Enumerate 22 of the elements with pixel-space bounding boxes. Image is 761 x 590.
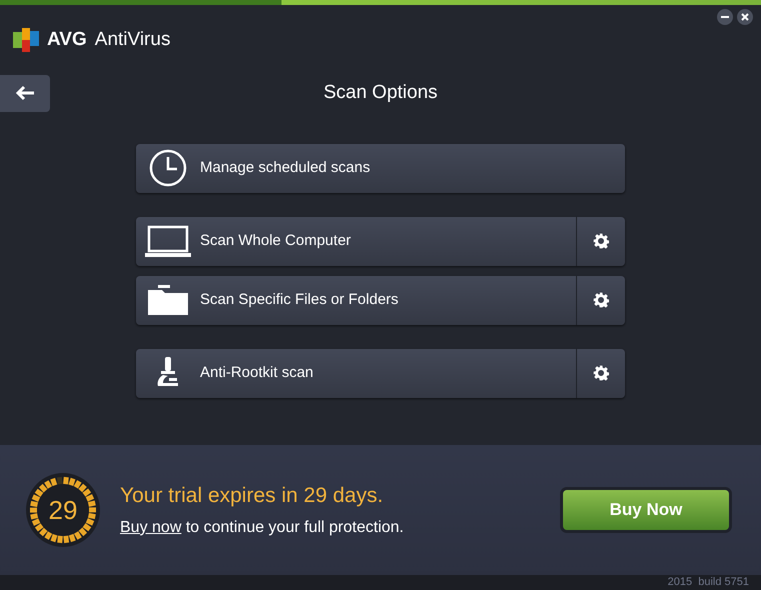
trial-headline: Your trial expires in 29 days.	[120, 483, 384, 510]
back-button[interactable]	[0, 74, 50, 112]
clock-icon	[149, 149, 187, 187]
close-button[interactable]	[737, 9, 753, 25]
settings-icon	[593, 365, 609, 381]
minimize-button[interactable]	[717, 9, 733, 25]
build-version: 2015 build 5751	[668, 575, 749, 590]
product-name: AntiVirus	[94, 28, 170, 52]
page-title: Scan Options	[323, 80, 438, 104]
settings-icon	[593, 233, 609, 249]
back-arrow-icon	[15, 85, 35, 101]
brand-name: AVG	[47, 28, 87, 52]
close-icon	[741, 13, 749, 21]
settings-icon	[593, 292, 609, 308]
laptop-icon	[145, 225, 191, 257]
logo-icon	[13, 28, 39, 52]
days-count: 29	[48, 497, 78, 523]
scan-option-button[interactable]: Manage scheduled scans	[136, 144, 625, 192]
trial-message: Buy now to continue your full protection.	[120, 518, 404, 538]
microscope-icon	[157, 357, 179, 389]
buy-now-link[interactable]: Buy now	[120, 518, 182, 536]
folder-icon	[148, 285, 188, 315]
